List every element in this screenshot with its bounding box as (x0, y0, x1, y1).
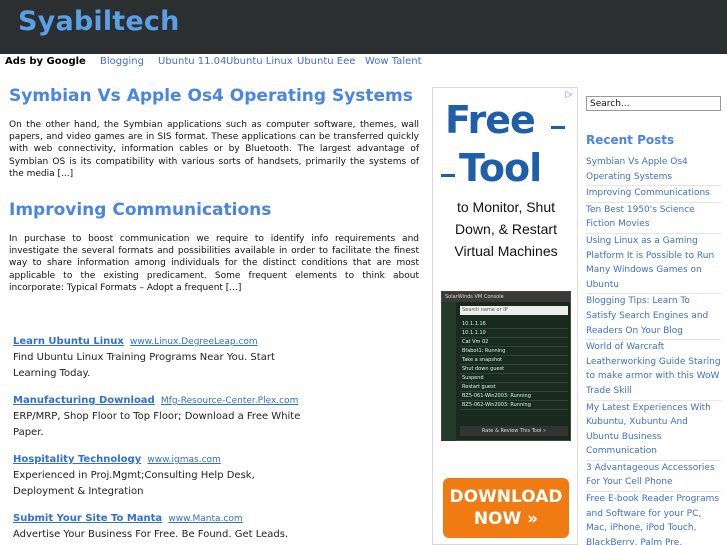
ad-title-link[interactable]: Manufacturing Download (13, 395, 155, 406)
decorative-dash (551, 126, 565, 129)
decorative-dash (441, 174, 455, 177)
console-titlebar: SolarWinds VM Console (442, 292, 570, 302)
banner-headline-tool: Tool (459, 146, 542, 190)
ad-link-ubuntu-eee[interactable]: Ubuntu Eee (297, 56, 355, 67)
ad-link-blogging[interactable]: Blogging (100, 56, 144, 67)
recent-post-link[interactable]: My Latest Experiences With Kubuntu, Xubu… (586, 401, 721, 461)
ad-url-link[interactable]: www.igmas.com (147, 455, 220, 465)
recent-post-link[interactable]: 3 Advantageous Accessories For Your Cell… (586, 461, 721, 493)
recent-posts-heading: Recent Posts (586, 133, 675, 147)
console-row: 10.1.1.16 (460, 320, 568, 329)
ad-title-link[interactable]: Hospitality Technology (13, 454, 141, 465)
text-ad: Submit Your Site To Manta www.Manta.com … (13, 513, 333, 543)
console-row: Cat Vm 02 (460, 338, 568, 347)
recent-post-link[interactable]: Free E-book Reader Programs and Software… (586, 492, 721, 545)
console-row: Suspend (460, 374, 568, 383)
ad-header: Submit Your Site To Manta www.Manta.com (13, 513, 333, 524)
console-row: BZ5-062-Win2003: Running (460, 401, 568, 410)
ad-description: ERP/MRP, Shop Floor to Top Floor; Downlo… (13, 411, 301, 438)
vm-console-screenshot: SolarWinds VM Console Search name or IP … (441, 291, 571, 441)
ad-link-ubuntu-linux[interactable]: Ubuntu Linux (226, 56, 293, 67)
post-title[interactable]: Symbian Vs Apple Os4 Operating Systems (9, 86, 413, 106)
ad-url-link[interactable]: Mfg-Resource-Center.Plex.com (161, 396, 298, 406)
banner-copy: to Monitor, Shut Down, & Restart Virtual… (454, 199, 558, 259)
ad-link-wow-talent[interactable]: Wow Talent (365, 56, 422, 67)
ad-description: Experienced in Proj.Mgmt;Consulting Help… (13, 470, 255, 497)
download-now-button[interactable]: DOWNLOAD NOW » (443, 478, 569, 538)
site-title[interactable]: Syabiltech (18, 6, 180, 37)
post-title[interactable]: Improving Communications (9, 200, 271, 220)
console-sidebar (442, 302, 456, 441)
banner-ad[interactable]: ▷ Free Tool to Monitor, Shut Down, & Res… (432, 87, 578, 545)
console-search: Search name or IP (460, 306, 568, 315)
ad-link-ubuntu-1104[interactable]: Ubuntu 11.04 (158, 56, 226, 67)
text-ad: Manufacturing Download Mfg-Resource-Cent… (13, 395, 333, 441)
ad-title-link[interactable]: Learn Ubuntu Linux (13, 336, 124, 347)
console-row: Shut down guest (460, 365, 568, 374)
ads-by-google-label[interactable]: Ads by Google (5, 56, 86, 67)
ad-description: Advertise Your Business For Free. Be Fou… (13, 529, 289, 540)
ad-header: Manufacturing Download Mfg-Resource-Cent… (13, 395, 333, 406)
recent-posts-list: Symbian Vs Apple Os4 Operating Systems I… (586, 155, 721, 545)
console-row: Take a snapshot (460, 356, 568, 365)
post-excerpt: On the other hand, the Symbian applicati… (9, 120, 419, 179)
console-row: Bfabot1: Running (460, 347, 568, 356)
recent-post-link[interactable]: Blogging Tips: Learn To Satisfy Search E… (586, 294, 721, 341)
text-ad: Learn Ubuntu Linux www.Linux.DegreeLeap.… (13, 336, 333, 382)
post-excerpt: In purchase to boost communication we re… (9, 234, 419, 293)
console-row: Restart guest (460, 383, 568, 392)
console-row: BZ5-061-Win2003: Running (460, 392, 568, 401)
recent-post-link[interactable]: World of Warcraft Leatherworking Guide S… (586, 340, 721, 401)
console-row: 10.1.1.10 (460, 329, 568, 338)
ad-description: Find Ubuntu Linux Training Programs Near… (13, 352, 275, 379)
ad-header: Learn Ubuntu Linux www.Linux.DegreeLeap.… (13, 336, 333, 347)
text-ad: Hospitality Technology www.igmas.com Exp… (13, 454, 333, 500)
recent-post-link[interactable]: Ten Best 1950's Science Fiction Movies (586, 203, 721, 234)
console-rows: 10.1.1.16 10.1.1.10 Cat Vm 02 Bfabot1: R… (460, 320, 568, 410)
ad-header: Hospitality Technology www.igmas.com (13, 454, 333, 465)
recent-post-link[interactable]: Symbian Vs Apple Os4 Operating Systems (586, 155, 721, 187)
ad-link-bar: Ads by Google Blogging Ubuntu 11.04 Ubun… (0, 54, 427, 72)
site-header: Syabiltech (0, 0, 727, 54)
banner-headline-free: Free (445, 98, 536, 142)
recent-post-link[interactable]: Improving Communications (586, 186, 721, 203)
ad-title-link[interactable]: Submit Your Site To Manta (13, 513, 162, 524)
adchoices-icon[interactable]: ▷ (563, 90, 575, 102)
recent-post-link[interactable]: Using Linux as a Gaming Platform It is P… (586, 234, 721, 295)
ad-url-link[interactable]: www.Linux.DegreeLeap.com (130, 337, 258, 347)
ad-url-link[interactable]: www.Manta.com (168, 514, 242, 524)
console-footer: Rate & Review This Tool » (460, 426, 568, 436)
search-input[interactable] (586, 96, 721, 111)
